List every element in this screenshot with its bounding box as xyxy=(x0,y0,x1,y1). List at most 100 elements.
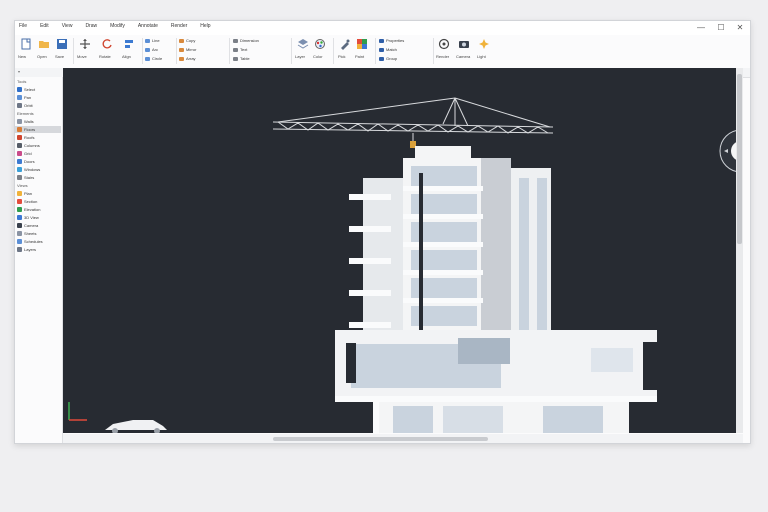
color-button-label[interactable]: Color xyxy=(313,54,323,59)
close-button[interactable]: ✕ xyxy=(733,22,747,33)
vertical-scrollbar[interactable] xyxy=(736,68,743,433)
panel-item-orbit[interactable]: Orbit xyxy=(17,102,33,109)
3d-viewport[interactable] xyxy=(63,68,743,433)
move-icon[interactable] xyxy=(79,38,91,50)
panel-item-3d-view[interactable]: 3D View xyxy=(17,214,39,221)
table-tool-button[interactable]: Table xyxy=(233,56,250,61)
table-tool-label: Table xyxy=(240,56,250,61)
panel-item-floors[interactable]: Floors xyxy=(15,126,61,133)
horizontal-scrollbar[interactable] xyxy=(63,434,743,443)
rotate-button-label[interactable]: Rotate xyxy=(99,54,111,59)
panel-item-label: Pan xyxy=(24,95,32,100)
menu-edit[interactable]: Edit xyxy=(40,23,49,29)
minimize-button[interactable]: — xyxy=(694,22,708,33)
ribbon-separator xyxy=(433,38,434,64)
layer-icon[interactable] xyxy=(297,38,309,50)
text-tool-button[interactable]: Text xyxy=(233,47,247,52)
new-icon[interactable] xyxy=(20,38,32,50)
menu-bar: File Edit View Draw Modify Annotate Rend… xyxy=(19,23,211,29)
menu-help[interactable]: Help xyxy=(200,23,210,29)
panel-item-label: Floors xyxy=(24,127,36,132)
properties-button[interactable]: Properties xyxy=(379,38,404,43)
panel-item-select[interactable]: Select xyxy=(17,86,35,93)
panel-item-section[interactable]: Section xyxy=(17,198,37,205)
array-tool-label: Array xyxy=(186,56,196,61)
array-tool-button[interactable]: Array xyxy=(179,56,196,61)
layer-button-label[interactable]: Layer xyxy=(295,54,305,59)
panel-item-elevation[interactable]: Elevation xyxy=(17,206,40,213)
panel-item-plan[interactable]: Plan xyxy=(17,190,32,197)
save-icon[interactable] xyxy=(56,38,68,50)
windows-icon xyxy=(17,167,22,172)
panel-item-layers[interactable]: Layers xyxy=(17,246,36,253)
paint-button-label[interactable]: Paint xyxy=(355,54,364,59)
ribbon-group-draw: Line Arc Circle xyxy=(145,36,175,66)
pick-button-label[interactable]: Pick xyxy=(338,54,346,59)
render-icon[interactable] xyxy=(438,38,450,50)
panel-item-label: Columns xyxy=(24,143,40,148)
3d-view-icon xyxy=(17,215,22,220)
paint-icon[interactable] xyxy=(356,38,368,50)
mirror-tool-button[interactable]: Mirror xyxy=(179,47,196,52)
doors-icon xyxy=(17,159,22,164)
pick-icon[interactable] xyxy=(339,38,351,50)
render-button-label[interactable]: Render xyxy=(436,54,449,59)
menu-render[interactable]: Render xyxy=(171,23,187,29)
ribbon-separator xyxy=(142,38,143,64)
panel-item-roofs[interactable]: Roofs xyxy=(17,134,34,141)
dimension-tool-button[interactable]: Dimension xyxy=(233,38,259,43)
copy-tool-label: Copy xyxy=(186,38,196,43)
camera-button-label[interactable]: Camera xyxy=(456,54,470,59)
panel-item-pan[interactable]: Pan xyxy=(17,94,31,101)
mirror-tool-label: Mirror xyxy=(186,47,197,52)
orbit-icon xyxy=(17,103,22,108)
panel-item-label: Plan xyxy=(24,191,33,196)
align-icon[interactable] xyxy=(123,38,135,50)
panel-item-sheets[interactable]: Sheets xyxy=(17,230,36,237)
panel-item-camera[interactable]: Camera xyxy=(17,222,38,229)
panel-item-windows[interactable]: Windows xyxy=(17,166,40,173)
panel-item-label: Windows xyxy=(24,167,41,172)
save-button-label[interactable]: Save xyxy=(55,54,64,59)
line-tool-button[interactable]: Line xyxy=(145,38,160,43)
tab-dropdown-icon[interactable]: ▾ xyxy=(18,69,20,74)
panel-item-doors[interactable]: Doors xyxy=(17,158,35,165)
maximize-button[interactable]: ☐ xyxy=(714,22,728,33)
panel-item-walls[interactable]: Walls xyxy=(17,118,34,125)
menu-modify[interactable]: Modify xyxy=(110,23,125,29)
align-button-label[interactable]: Align xyxy=(122,54,131,59)
ribbon-group-file: New Open Save xyxy=(18,36,70,66)
panel-item-stairs[interactable]: Stairs xyxy=(17,174,34,181)
camera-icon[interactable] xyxy=(458,38,470,50)
ribbon-group-layer: Layer Color xyxy=(295,36,331,66)
axis-gizmo xyxy=(68,402,87,421)
horizontal-scroll-thumb[interactable] xyxy=(273,437,488,441)
circle-tool-button[interactable]: Circle xyxy=(145,56,162,61)
stairs-icon xyxy=(17,175,22,180)
panel-item-grid[interactable]: Grid xyxy=(17,150,32,157)
color-icon[interactable] xyxy=(314,38,326,50)
open-icon[interactable] xyxy=(38,38,50,50)
plan-icon xyxy=(17,191,22,196)
vertical-scroll-thumb[interactable] xyxy=(737,74,742,244)
light-button-label[interactable]: Light xyxy=(477,54,486,59)
light-icon[interactable] xyxy=(478,38,490,50)
new-button-label[interactable]: New xyxy=(18,54,26,59)
ribbon-separator xyxy=(229,38,230,64)
panel-item-columns[interactable]: Columns xyxy=(17,142,40,149)
menu-annotate[interactable]: Annotate xyxy=(138,23,158,29)
rotate-icon[interactable] xyxy=(101,38,113,50)
menu-file[interactable]: File xyxy=(19,23,27,29)
arc-tool-button[interactable]: Arc xyxy=(145,47,158,52)
open-button-label[interactable]: Open xyxy=(37,54,47,59)
arc-tool-label: Arc xyxy=(152,47,158,52)
panel-item-schedules[interactable]: Schedules xyxy=(17,238,43,245)
camera-view-icon xyxy=(17,223,22,228)
match-button[interactable]: Match xyxy=(379,47,397,52)
group-button[interactable]: Group xyxy=(379,56,397,61)
panel-item-label: Grid xyxy=(24,151,32,156)
move-button-label[interactable]: Move xyxy=(77,54,87,59)
menu-view[interactable]: View xyxy=(62,23,73,29)
copy-tool-button[interactable]: Copy xyxy=(179,38,195,43)
menu-draw[interactable]: Draw xyxy=(85,23,97,29)
